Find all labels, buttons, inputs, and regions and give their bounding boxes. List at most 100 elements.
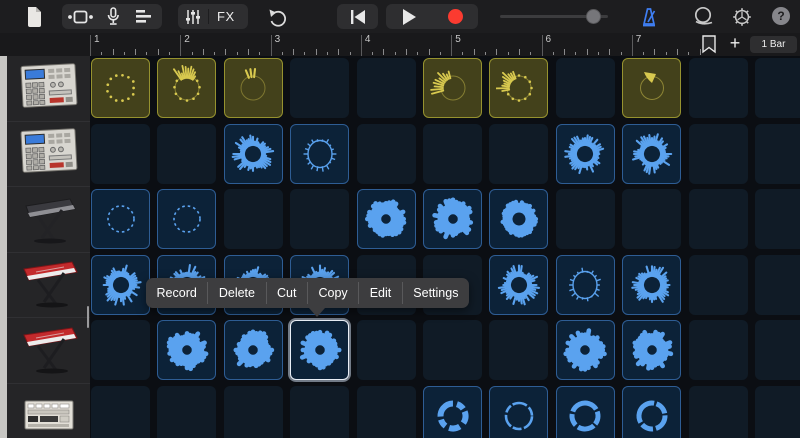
loop-cell-r5c9[interactable] xyxy=(622,320,682,381)
menu-item-settings[interactable]: Settings xyxy=(403,278,469,308)
grid-cell-empty-r2c10[interactable] xyxy=(688,123,748,184)
ruler-tick xyxy=(304,51,306,55)
loop-cell-r4c9[interactable] xyxy=(622,254,682,315)
ruler-tick xyxy=(248,49,250,55)
loop-cell-r5c4-selected[interactable] xyxy=(290,320,350,381)
grid-cell-empty-r5c1[interactable] xyxy=(91,320,150,381)
track-header-6-sampler[interactable] xyxy=(7,386,90,438)
grid-cell-empty-r5c6[interactable] xyxy=(423,320,482,381)
section-length-button[interactable]: 1 Bar xyxy=(750,36,797,53)
rewind-button[interactable] xyxy=(337,4,378,29)
menu-item-cut[interactable]: Cut xyxy=(267,278,307,308)
loop-cell-r1c9[interactable] xyxy=(622,58,682,118)
ruler-tick xyxy=(281,51,283,55)
grid-cell-empty-r5c7[interactable] xyxy=(489,320,549,381)
settings-button[interactable] xyxy=(727,4,757,29)
section-flag-icon[interactable] xyxy=(701,35,718,59)
grid-cell-empty-r5c10[interactable] xyxy=(688,320,748,381)
ruler-tick xyxy=(643,51,645,55)
tracks-view-icon[interactable] xyxy=(128,4,158,29)
loop-browser-button[interactable] xyxy=(688,4,718,29)
loop-cell-r4c8[interactable] xyxy=(555,254,615,315)
loop-cell-r2c3[interactable] xyxy=(223,123,283,184)
view-button-group xyxy=(62,4,162,29)
grid-cell-empty-r2c6[interactable] xyxy=(423,123,482,184)
loop-cell-r6c8[interactable] xyxy=(555,386,615,438)
record-button[interactable] xyxy=(440,4,470,29)
menu-item-record[interactable]: Record xyxy=(146,278,207,308)
loop-cell-r5c2[interactable] xyxy=(157,320,217,381)
loop-cell-r4c1[interactable] xyxy=(91,254,150,315)
loop-cell-r1c3[interactable] xyxy=(223,58,283,118)
loop-cell-r3c2[interactable] xyxy=(157,189,217,250)
grid-cell-empty-r5c5[interactable] xyxy=(356,320,416,381)
grid-cell-empty-r6c4[interactable] xyxy=(290,386,350,438)
menu-item-delete[interactable]: Delete xyxy=(208,278,265,308)
loop-cell-r1c2[interactable] xyxy=(157,58,217,118)
loop-cell-r3c7[interactable] xyxy=(489,189,549,250)
microphone-icon[interactable] xyxy=(98,4,128,29)
loop-cell-r2c4[interactable] xyxy=(290,123,350,184)
file-icon[interactable] xyxy=(18,4,48,29)
grid-cell-empty-r2c2[interactable] xyxy=(157,123,217,184)
loop-cell-r2c9[interactable] xyxy=(622,123,682,184)
fx-button[interactable]: FX xyxy=(209,9,243,24)
track-header-1-drum-machine[interactable] xyxy=(7,58,90,118)
grid-cell-empty-r1c4[interactable] xyxy=(290,58,350,118)
grid-cell-empty-r6c2[interactable] xyxy=(157,386,217,438)
grid-cell-empty-r1c8[interactable] xyxy=(555,58,615,118)
grid-cell-empty-r6c10[interactable] xyxy=(688,386,748,438)
undo-icon[interactable] xyxy=(262,5,292,30)
loop-cell-r5c8[interactable] xyxy=(555,320,615,381)
loop-cell-r3c5[interactable] xyxy=(356,189,416,250)
grid-cell-empty-r3c10[interactable] xyxy=(688,189,748,250)
grid-cell-empty-r1c11[interactable] xyxy=(755,58,800,118)
loop-cell-r5c3[interactable] xyxy=(223,320,283,381)
help-button[interactable]: ? xyxy=(772,7,790,25)
live-loops-grid-icon[interactable] xyxy=(62,4,98,29)
mixer-levels-icon[interactable] xyxy=(178,4,208,29)
grid-cell-empty-r3c9[interactable] xyxy=(622,189,682,250)
grid-cell-empty-r6c11[interactable] xyxy=(755,386,800,438)
loop-cell-r1c7[interactable] xyxy=(489,58,549,118)
grid-cell-empty-r2c5[interactable] xyxy=(356,123,416,184)
loop-cell-r6c7[interactable] xyxy=(489,386,549,438)
grid-cell-empty-r3c11[interactable] xyxy=(755,189,800,250)
grid-cell-empty-r2c11[interactable] xyxy=(755,123,800,184)
ruler-tick xyxy=(338,49,340,55)
timeline-ruler[interactable]: 1 2 3 4 5 6 7 xyxy=(0,33,800,56)
loop-cell-r1c6[interactable] xyxy=(423,58,482,118)
track-header-2-drum-machine[interactable] xyxy=(7,124,90,184)
grid-cell-empty-r6c5[interactable] xyxy=(356,386,416,438)
track-header-3-keyboard-black[interactable] xyxy=(7,189,90,249)
loop-cell-r1c1[interactable] xyxy=(91,58,150,118)
grid-cell-empty-r4c10[interactable] xyxy=(688,254,748,315)
menu-item-edit[interactable]: Edit xyxy=(359,278,402,308)
grid-cell-empty-r2c1[interactable] xyxy=(91,123,150,184)
grid-cell-empty-r3c3[interactable] xyxy=(223,189,283,250)
metronome-button[interactable] xyxy=(634,4,664,29)
play-button[interactable] xyxy=(394,4,424,29)
loop-cell-r6c9[interactable] xyxy=(622,386,682,438)
grid-cell-empty-r4c11[interactable] xyxy=(755,254,800,315)
grid-cell-empty-r1c5[interactable] xyxy=(356,58,416,118)
grid-cell-empty-r6c3[interactable] xyxy=(223,386,283,438)
grid-cell-empty-r3c4[interactable] xyxy=(290,189,350,250)
menu-item-copy[interactable]: Copy xyxy=(308,278,358,308)
grid-cell-empty-r2c7[interactable] xyxy=(489,123,549,184)
track-header-5-keyboard-red[interactable] xyxy=(7,320,90,380)
loop-cell-r3c6[interactable] xyxy=(423,189,482,250)
loop-waveform-icon xyxy=(504,401,534,431)
grid-cell-empty-r5c11[interactable] xyxy=(755,320,800,381)
track-header-4-keyboard-red[interactable] xyxy=(7,255,90,315)
context-menu-tail xyxy=(309,308,325,317)
loop-cell-r6c6[interactable] xyxy=(423,386,482,438)
loop-cell-r4c7[interactable] xyxy=(489,254,549,315)
grid-cell-empty-r3c8[interactable] xyxy=(555,189,615,250)
grid-cell-empty-r6c1[interactable] xyxy=(91,386,150,438)
loop-cell-r2c8[interactable] xyxy=(555,123,615,184)
loop-cell-r3c1[interactable] xyxy=(91,189,150,250)
add-section-button[interactable]: + xyxy=(725,32,745,54)
grid-cell-empty-r1c10[interactable] xyxy=(688,58,748,118)
volume-slider-knob[interactable] xyxy=(586,9,601,24)
